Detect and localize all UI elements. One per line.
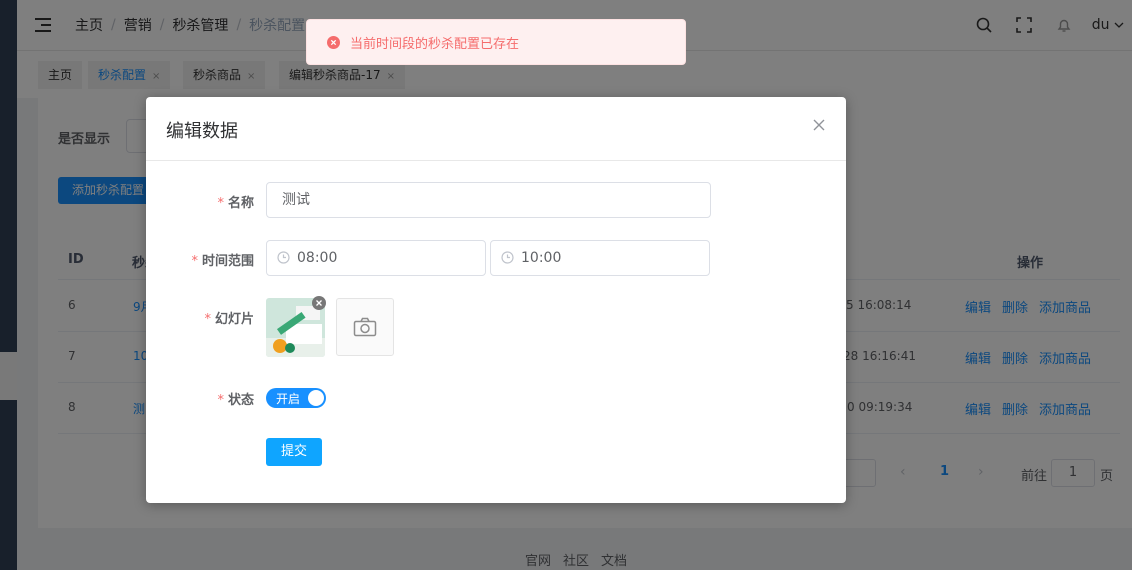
clock-icon <box>277 251 290 264</box>
close-icon[interactable] <box>812 118 826 132</box>
start-time-input[interactable]: 08:00 <box>266 240 486 276</box>
status-label: * 状态 <box>217 393 254 408</box>
camera-icon <box>353 317 377 337</box>
dialog-header: 编辑数据 <box>146 97 846 161</box>
toast-message: 当前时间段的秒杀配置已存在 <box>350 36 520 52</box>
submit-button[interactable]: 提交 <box>266 438 322 466</box>
name-input[interactable]: 测试 <box>266 182 711 218</box>
clock-icon <box>501 251 514 264</box>
time-range-label: * 时间范围 <box>191 254 254 269</box>
name-label: * 名称 <box>217 196 254 211</box>
slides-label: * 幻灯片 <box>204 312 254 327</box>
upload-image-button[interactable] <box>336 298 394 356</box>
edit-dialog: 编辑数据 * 名称 测试 * 时间范围 08:00 10:00 * 幻灯片 * … <box>146 97 846 503</box>
end-time-input[interactable]: 10:00 <box>490 240 710 276</box>
end-time-value: 10:00 <box>521 250 562 266</box>
dialog-title: 编辑数据 <box>166 121 238 142</box>
error-toast: 当前时间段的秒杀配置已存在 <box>306 19 686 65</box>
switch-text: 开启 <box>276 392 301 406</box>
error-icon <box>327 35 340 49</box>
switch-knob <box>308 390 324 406</box>
start-time-value: 08:00 <box>297 250 338 266</box>
remove-image-icon[interactable] <box>312 296 326 310</box>
status-switch[interactable]: 开启 <box>266 388 326 408</box>
